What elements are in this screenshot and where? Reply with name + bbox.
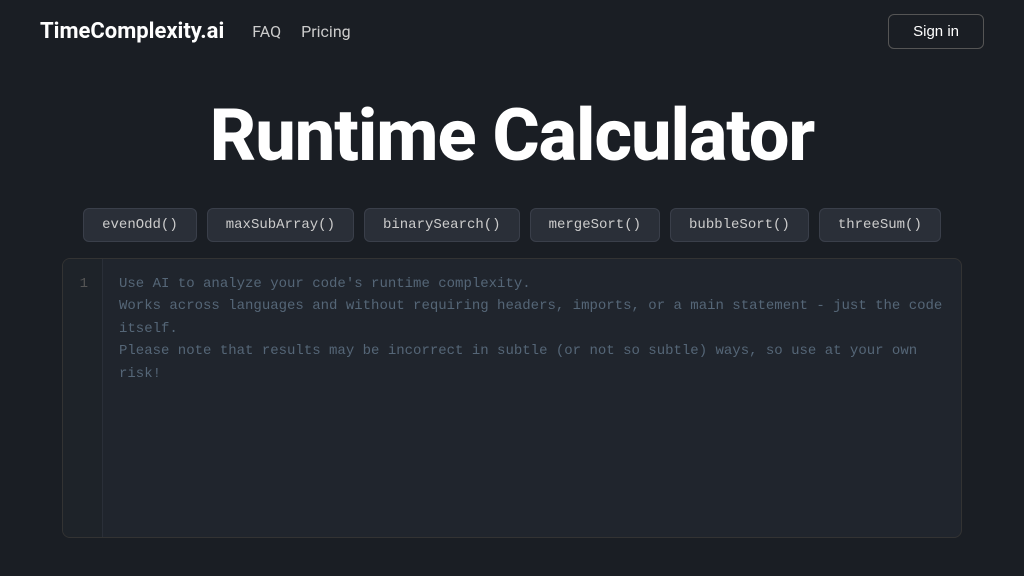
logo: TimeComplexity.ai — [40, 19, 224, 44]
examples-row: evenOdd() maxSubArray() binarySearch() m… — [83, 208, 941, 242]
example-mergesort[interactable]: mergeSort() — [530, 208, 660, 242]
example-maxsubarray[interactable]: maxSubArray() — [207, 208, 354, 242]
example-bubblesort[interactable]: bubbleSort() — [670, 208, 809, 242]
example-evenodd[interactable]: evenOdd() — [83, 208, 197, 242]
main-nav: FAQ Pricing — [252, 22, 888, 41]
example-threesum[interactable]: threeSum() — [819, 208, 941, 242]
line-numbers: 1 — [63, 259, 103, 537]
example-binarysearch[interactable]: binarySearch() — [364, 208, 520, 242]
code-editor-container: 1 — [62, 258, 962, 538]
pricing-link[interactable]: Pricing — [301, 22, 351, 41]
code-input[interactable] — [103, 259, 961, 537]
page-title: Runtime Calculator — [210, 93, 815, 178]
sign-in-button[interactable]: Sign in — [888, 14, 984, 49]
faq-link[interactable]: FAQ — [252, 22, 281, 41]
